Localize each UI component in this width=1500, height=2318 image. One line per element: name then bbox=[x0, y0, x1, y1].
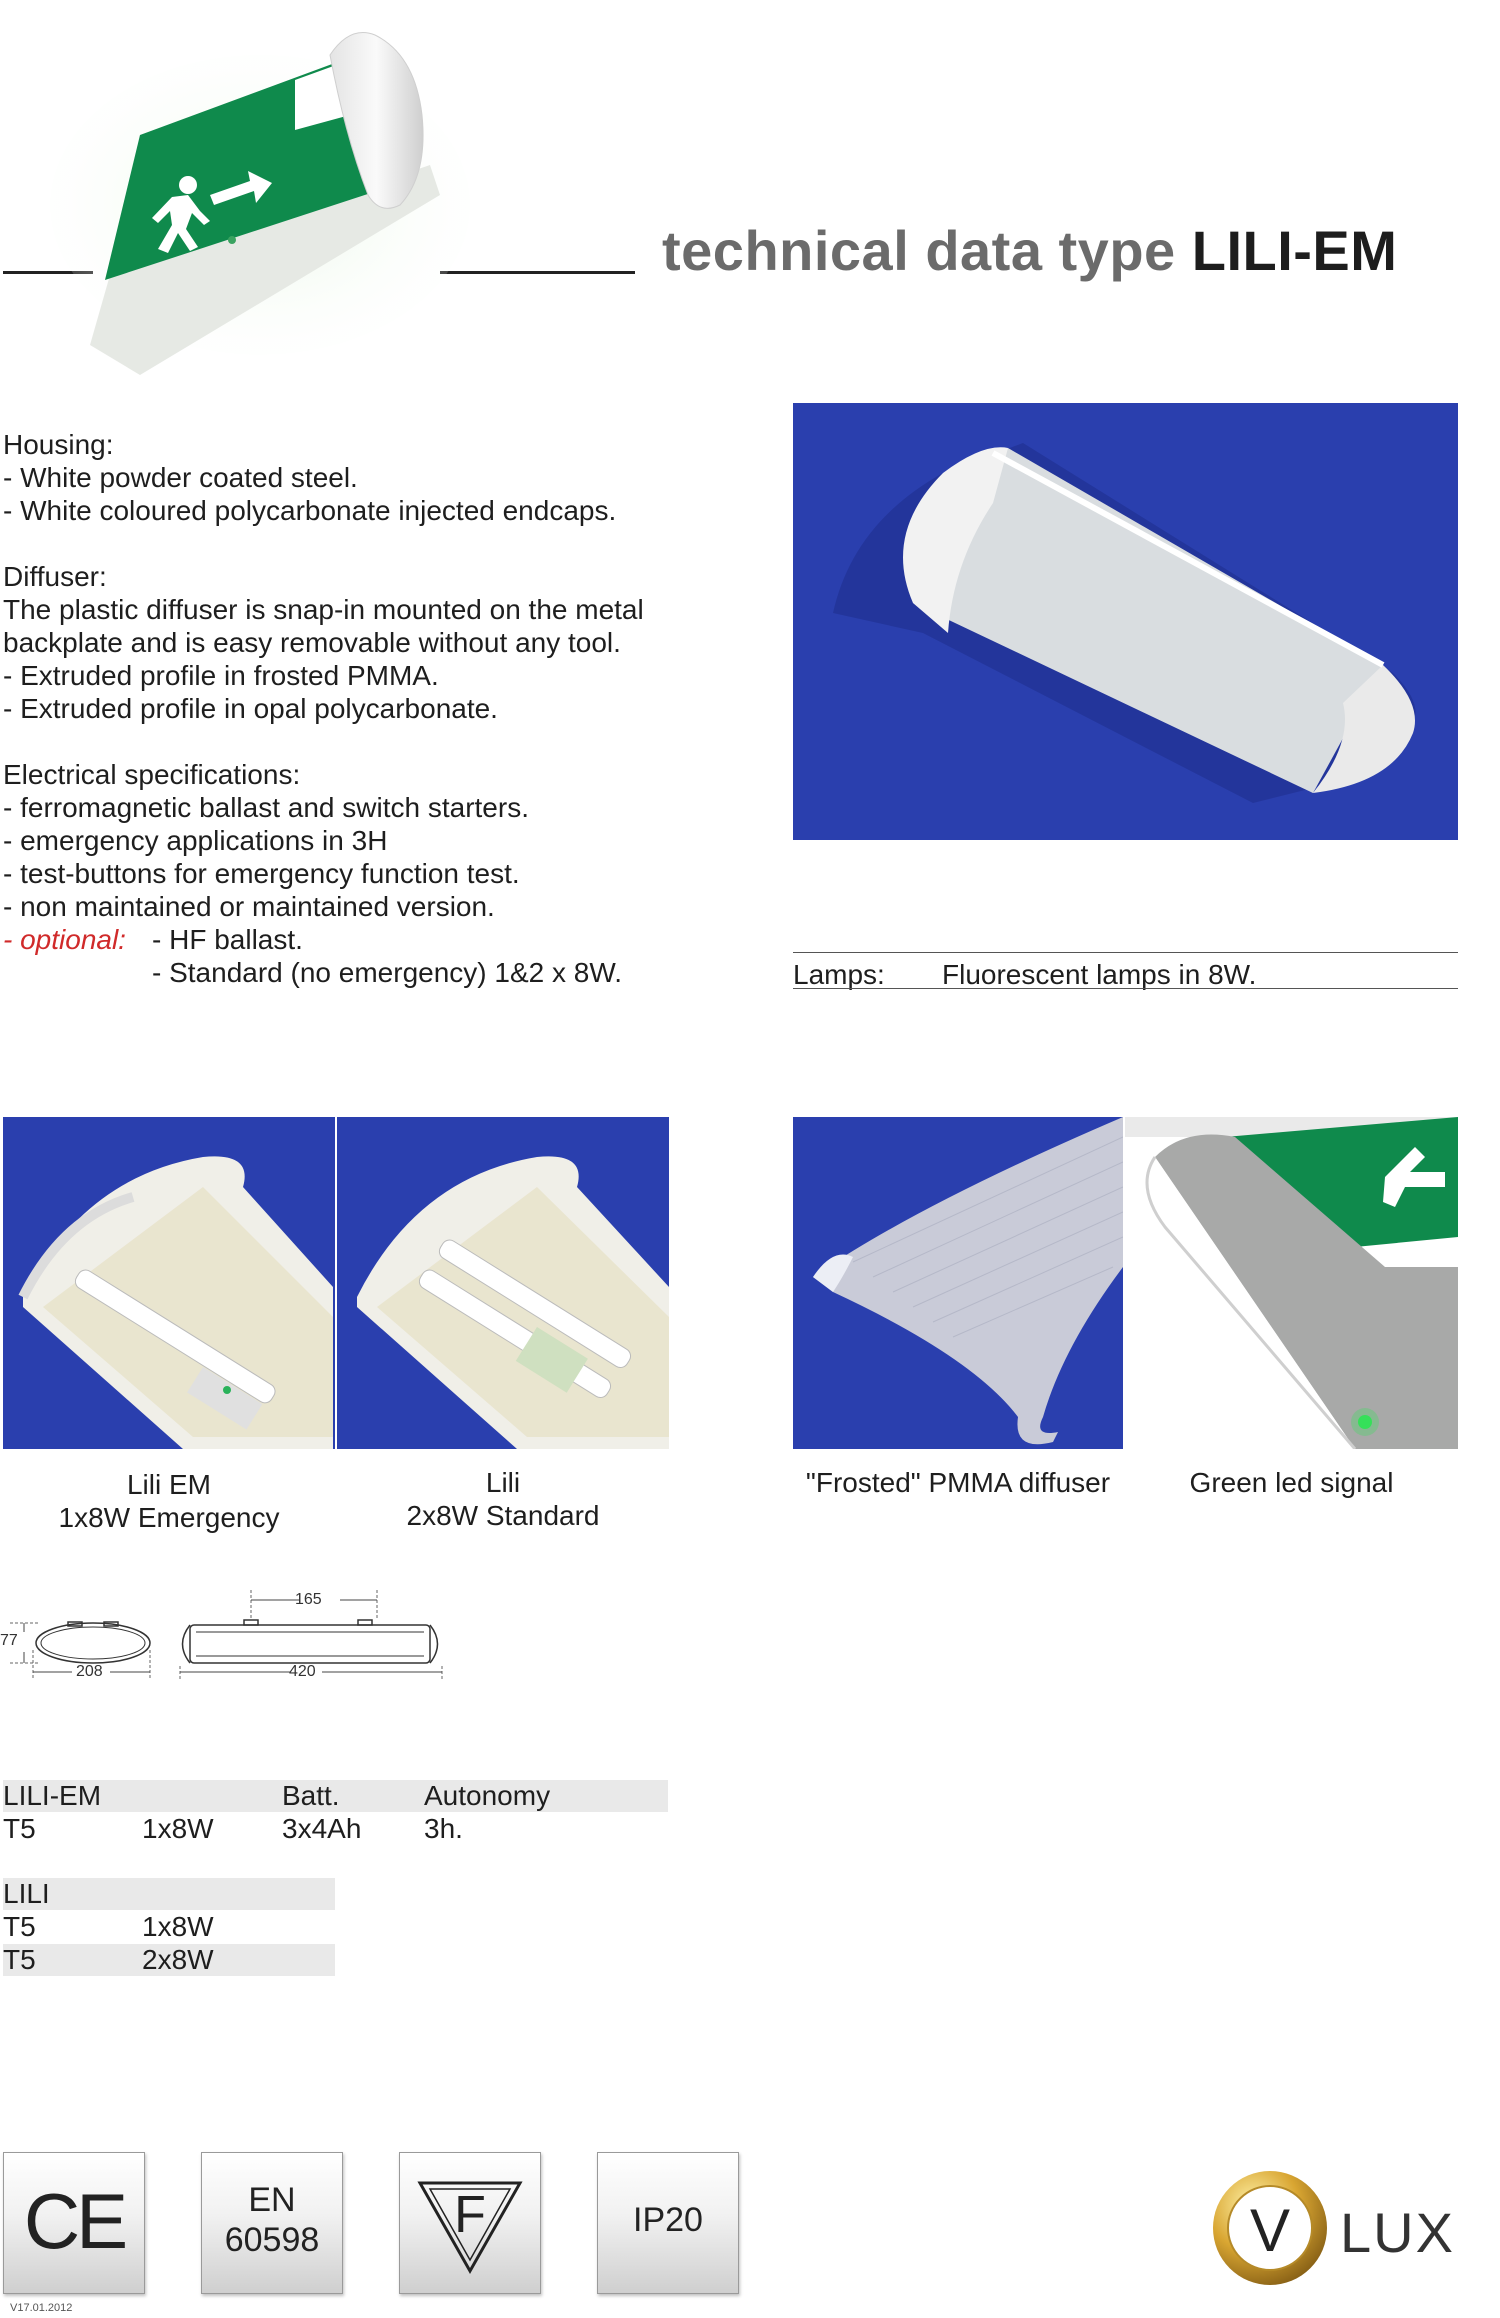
diffuser-line-4: - Extruded profile in opal polycarbonate… bbox=[3, 693, 498, 724]
caption-green-led: Green led signal bbox=[1189, 1467, 1394, 1498]
caption-lili-line1: Lili bbox=[485, 1467, 521, 1498]
electrical-line-3: - test-buttons for emergency function te… bbox=[3, 858, 520, 889]
housing-line-2: - White coloured polycarbonate injected … bbox=[3, 495, 617, 526]
table-lili-r1c2: 1x8W bbox=[142, 1911, 214, 1942]
dimension-drawing bbox=[10, 1590, 443, 1680]
table-em-r1c3: 3x4Ah bbox=[282, 1813, 362, 1844]
electrical-heading: Electrical specifications: bbox=[3, 759, 301, 790]
table-lili-r2c2: 2x8W bbox=[142, 1944, 214, 1975]
lamps-rule-bottom bbox=[793, 988, 1458, 989]
caption-frosted-diffuser: "Frosted" PMMA diffuser bbox=[805, 1467, 1111, 1498]
vlux-logo-name: LUX bbox=[1340, 2201, 1455, 2264]
table-em-header: LILI-EM Batt. Autonomy bbox=[3, 1780, 668, 1812]
lamps-label: Lamps: bbox=[793, 959, 885, 990]
f-mark-badge: F bbox=[399, 2152, 541, 2294]
table-lili-header: LILI bbox=[3, 1878, 335, 1910]
ce-mark-badge: CE bbox=[3, 2152, 145, 2294]
page-title: technical data type LILI-EM bbox=[662, 218, 1397, 283]
table-lili-r2c1: T5 bbox=[3, 1944, 36, 1975]
optional-label: - optional: bbox=[3, 924, 126, 955]
table-em-r1c2: 1x8W bbox=[142, 1813, 214, 1844]
caption-lili: Lili 2x8W Standard bbox=[337, 1466, 669, 1532]
dim-length: 420 bbox=[289, 1663, 316, 1680]
diffuser-line-2: backplate and is easy removable without … bbox=[3, 627, 621, 658]
photo-green-led bbox=[1125, 1117, 1458, 1449]
caption-lili-em-line2: 1x8W Emergency bbox=[58, 1502, 280, 1533]
photo-lili-standard-interior bbox=[337, 1117, 669, 1449]
en-60598-badge: EN F 60598 bbox=[201, 2152, 343, 2294]
ip20-text: IP20 bbox=[633, 2201, 703, 2239]
electrical-line-2: - emergency applications in 3H bbox=[3, 825, 388, 856]
version-footer: V17.01.2012 bbox=[10, 2302, 73, 2314]
table-row: T5 2x8W bbox=[3, 1944, 335, 1976]
optional-line-2: - Standard (no emergency) 1&2 x 8W. bbox=[152, 957, 622, 988]
table-em-r1c1: T5 bbox=[3, 1813, 36, 1844]
electrical-line-4: - non maintained or maintained version. bbox=[3, 891, 495, 922]
diffuser-heading: Diffuser: bbox=[3, 561, 107, 592]
lamps-rule-top bbox=[793, 952, 1458, 953]
dim-mount: 165 bbox=[295, 1591, 322, 1608]
caption-lili-line2: 2x8W Standard bbox=[406, 1500, 600, 1531]
vlux-logo-letter: V bbox=[1249, 2197, 1291, 2264]
ce-mark-text: CE bbox=[23, 2177, 128, 2265]
table-em-r1c4: 3h. bbox=[424, 1813, 463, 1844]
f-mark-text: F bbox=[454, 2186, 486, 2244]
caption-lili-em: Lili EM 1x8W Emergency bbox=[3, 1468, 335, 1534]
photo-lili-em-interior bbox=[3, 1117, 335, 1449]
diffuser-line-3: - Extruded profile in frosted PMMA. bbox=[3, 660, 439, 691]
en-standard-number: 60598 bbox=[224, 2221, 320, 2259]
table-em-h2: Batt. bbox=[282, 1780, 340, 1811]
lamps-value: Fluorescent lamps in 8W. bbox=[942, 959, 1257, 990]
electrical-line-1: - ferromagnetic ballast and switch start… bbox=[3, 792, 529, 823]
table-em-h1: LILI-EM bbox=[3, 1780, 102, 1811]
caption-lili-em-line1: Lili EM bbox=[126, 1469, 211, 1500]
product-hero-image bbox=[50, 32, 470, 375]
table-row: T5 1x8W 3x4Ah 3h. bbox=[3, 1813, 668, 1845]
photo-luminaire-ceiling bbox=[793, 403, 1458, 840]
optional-line-1: - HF ballast. bbox=[152, 924, 303, 955]
table-lili-r1c1: T5 bbox=[3, 1911, 36, 1942]
dim-end-width: 208 bbox=[76, 1663, 103, 1680]
housing-heading: Housing: bbox=[3, 429, 114, 460]
photo-frosted-diffuser bbox=[793, 1117, 1123, 1449]
diffuser-line-1: The plastic diffuser is snap-in mounted … bbox=[3, 594, 644, 625]
table-row: T5 1x8W bbox=[3, 1911, 335, 1943]
title-prefix: technical data type bbox=[662, 219, 1192, 282]
ip20-badge: IP20 bbox=[597, 2152, 739, 2294]
table-em-h3: Autonomy bbox=[424, 1780, 551, 1811]
dim-height: 77 bbox=[0, 1632, 18, 1649]
table-lili-h1: LILI bbox=[3, 1878, 50, 1909]
title-model: LILI-EM bbox=[1191, 219, 1398, 282]
en-text: EN bbox=[248, 2181, 296, 2219]
housing-line-1: - White powder coated steel. bbox=[3, 462, 358, 493]
